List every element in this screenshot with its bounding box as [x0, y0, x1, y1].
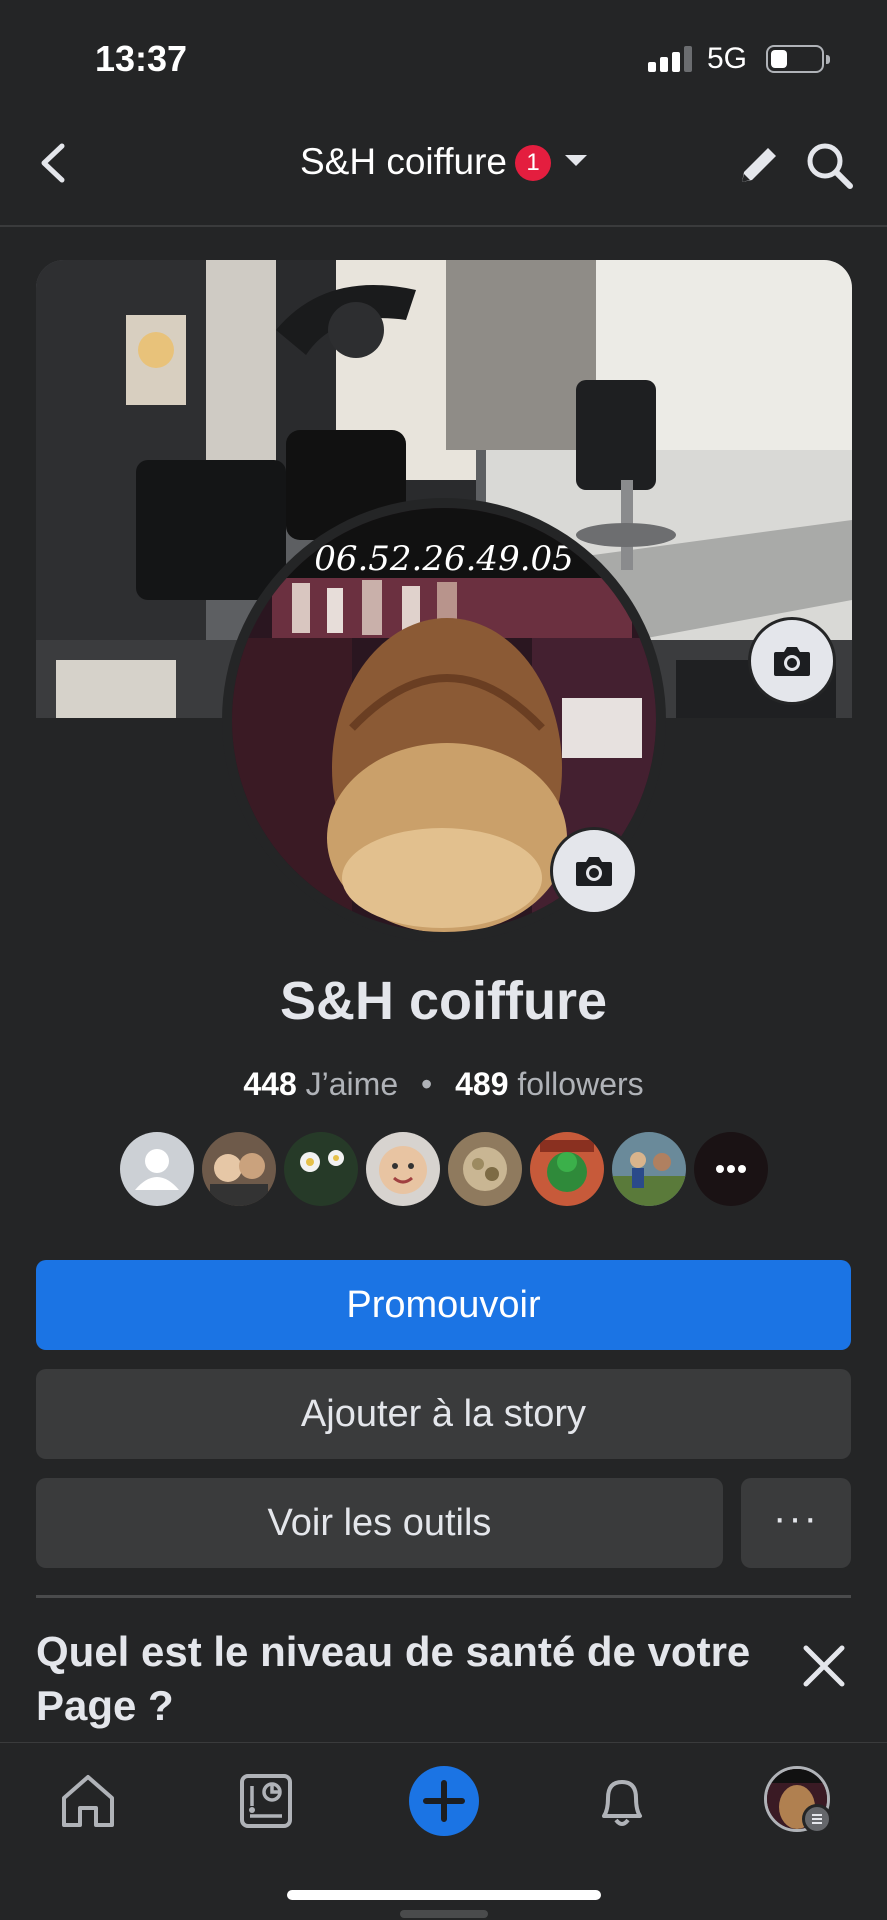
network-type: 5G	[707, 42, 748, 75]
search-icon	[807, 143, 853, 189]
menu-badge-icon	[802, 1804, 832, 1834]
profile-camera-button[interactable]	[550, 827, 638, 915]
battery-icon	[766, 45, 830, 73]
camera-icon	[774, 647, 810, 676]
followers-count: 489	[455, 1066, 509, 1102]
avatar[interactable]	[120, 1132, 194, 1206]
camera-icon	[576, 857, 612, 886]
close-icon	[803, 1645, 845, 1687]
add-to-story-button[interactable]: Ajouter à la story	[36, 1369, 851, 1459]
avatar[interactable]	[366, 1132, 440, 1206]
status-time: 13:37	[95, 38, 188, 79]
nav-notifications[interactable]	[594, 1772, 650, 1830]
close-health-card-button[interactable]	[798, 1640, 850, 1692]
insights-icon	[240, 1774, 292, 1828]
promote-button[interactable]: Promouvoir	[36, 1260, 851, 1350]
page-title: S&H coiffure	[279, 971, 608, 1031]
avatar[interactable]	[202, 1132, 276, 1206]
avatar[interactable]	[284, 1132, 358, 1206]
home-indicator-shadow	[400, 1910, 488, 1918]
view-tools-button[interactable]: Voir les outils	[36, 1478, 723, 1568]
search-button[interactable]	[804, 140, 856, 192]
signal-icon	[648, 46, 694, 72]
likes-label[interactable]: J’aime	[306, 1066, 398, 1102]
avatar[interactable]	[530, 1132, 604, 1206]
stats-separator: •	[421, 1066, 433, 1102]
edit-button[interactable]	[734, 140, 784, 190]
nav-create-button[interactable]	[409, 1766, 479, 1836]
nav-insights[interactable]	[238, 1772, 294, 1830]
more-options-button[interactable]: ···	[741, 1478, 851, 1568]
home-icon	[62, 1775, 114, 1827]
follower-avatars	[120, 1132, 768, 1206]
avatar[interactable]	[612, 1132, 686, 1206]
plus-icon	[423, 1780, 465, 1822]
avatar[interactable]	[448, 1132, 522, 1206]
notification-badge: 1	[515, 145, 552, 181]
edit-icon	[742, 148, 776, 182]
page-stats: 448 J’aime • 489 followers	[0, 1066, 887, 1103]
more-followers-button[interactable]	[694, 1132, 768, 1206]
header-title-text: S&H coiffure	[299, 141, 508, 182]
header-divider	[0, 225, 887, 227]
home-indicator	[287, 1890, 601, 1900]
cover-camera-button[interactable]	[748, 617, 836, 705]
nav-home[interactable]	[58, 1772, 118, 1830]
followers-label[interactable]: followers	[517, 1066, 643, 1102]
bell-icon	[602, 1780, 642, 1826]
page-health-title: Quel est le niveau de santé de votre Pag…	[36, 1628, 751, 1729]
section-divider	[36, 1595, 851, 1598]
caret-down-icon	[565, 155, 588, 166]
profile-phone-text: 06.52.26.49.05	[314, 539, 574, 579]
likes-count: 448	[243, 1066, 297, 1102]
